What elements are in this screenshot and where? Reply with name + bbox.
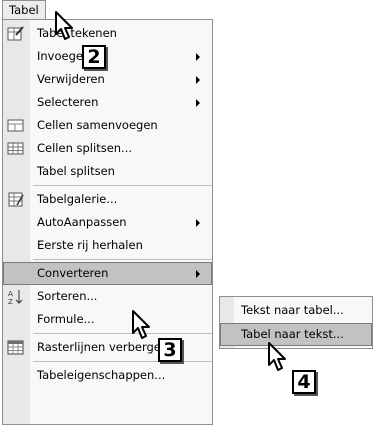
menu-item-label: Tabeleigenschappen... (37, 368, 166, 382)
menu-item-tabel-splitsen[interactable]: Tabel splitsen (3, 160, 212, 183)
menu-item-label: Cellen splitsen... (37, 141, 133, 155)
menu-separator (33, 333, 212, 334)
menu-item-tabeleigenschappen[interactable]: Tabeleigenschappen... (3, 364, 212, 387)
menu-separator (33, 185, 212, 186)
menu-item-label: AutoAanpassen (37, 215, 127, 229)
merge-cells-icon (7, 119, 24, 132)
menu-item-cellen-splitsen[interactable]: Cellen splitsen... (3, 137, 212, 160)
menu-tabel[interactable]: Tabel (2, 0, 46, 20)
submenu-arrow-icon (196, 76, 200, 84)
menu-item-label: Verwijderen (37, 72, 105, 86)
menu-separator (33, 361, 212, 362)
gridlines-icon (7, 340, 24, 355)
pointer-cursor-icon (132, 310, 150, 339)
menu-item-converteren[interactable]: Converteren (3, 262, 212, 285)
svg-text:Z: Z (8, 298, 13, 305)
menu-separator (33, 259, 212, 260)
menu-item-label: Converteren (37, 266, 109, 280)
pointer-cursor-icon (55, 11, 73, 40)
pencil-table-icon (7, 26, 24, 41)
menu-item-tabel-tekenen[interactable]: Tabel tekenen (3, 22, 212, 45)
submenu-item-label: Tekst naar tabel... (241, 303, 344, 317)
submenu-arrow-icon (196, 53, 200, 61)
menu-item-label: Formule... (37, 312, 95, 326)
menu-item-label: Tabelgalerie... (37, 192, 118, 206)
submenu-item-tabel-naar-tekst[interactable]: Tabel naar tekst... (220, 323, 372, 346)
step-callout-2: 2 (82, 45, 106, 69)
menu-item-cellen-samenvoegen[interactable]: Cellen samenvoegen (3, 114, 212, 137)
submenu-arrow-icon (196, 99, 200, 107)
menu-item-verwijderen[interactable]: Verwijderen (3, 68, 212, 91)
split-cells-icon (7, 142, 24, 155)
submenu-arrow-icon (196, 219, 200, 227)
menu-item-label: Selecteren (37, 95, 99, 109)
menu-item-eerste-rij-herhalen[interactable]: Eerste rij herhalen (3, 234, 212, 257)
menu-item-label: Rasterlijnen verbergen (37, 340, 169, 354)
submenu-item-tekst-naar-tabel[interactable]: Tekst naar tabel... (220, 299, 372, 322)
svg-text:A: A (8, 290, 13, 298)
step-callout-4: 4 (292, 370, 316, 394)
menu-item-invoegen[interactable]: Invoegen (3, 45, 212, 68)
pointer-cursor-icon (268, 342, 286, 371)
menu-item-label: Sorteren... (37, 289, 98, 303)
table-gallery-icon (8, 192, 24, 207)
menu-item-tabelgalerie[interactable]: Tabelgalerie... (3, 188, 212, 211)
submenu-item-label: Tabel naar tekst... (241, 327, 344, 341)
menu-item-label: Cellen samenvoegen (37, 118, 158, 132)
converteren-submenu: Tekst naar tabel... Tabel naar tekst... (219, 296, 373, 349)
menu-item-label: Eerste rij herhalen (37, 238, 143, 252)
menu-tabel-label: Tabel (9, 3, 39, 17)
tabel-menu: Tabel tekenen Invoegen Verwijderen Selec… (2, 19, 213, 425)
menu-item-label: Tabel splitsen (37, 164, 115, 178)
sort-az-icon: A Z (8, 290, 23, 305)
menu-item-selecteren[interactable]: Selecteren (3, 91, 212, 114)
menu-item-formule[interactable]: Formule... (3, 308, 212, 331)
submenu-arrow-icon (196, 270, 200, 278)
step-callout-3: 3 (158, 338, 182, 362)
menu-item-sorteren[interactable]: A Z Sorteren... (3, 285, 212, 308)
menu-item-autoaanpassen[interactable]: AutoAanpassen (3, 211, 212, 234)
